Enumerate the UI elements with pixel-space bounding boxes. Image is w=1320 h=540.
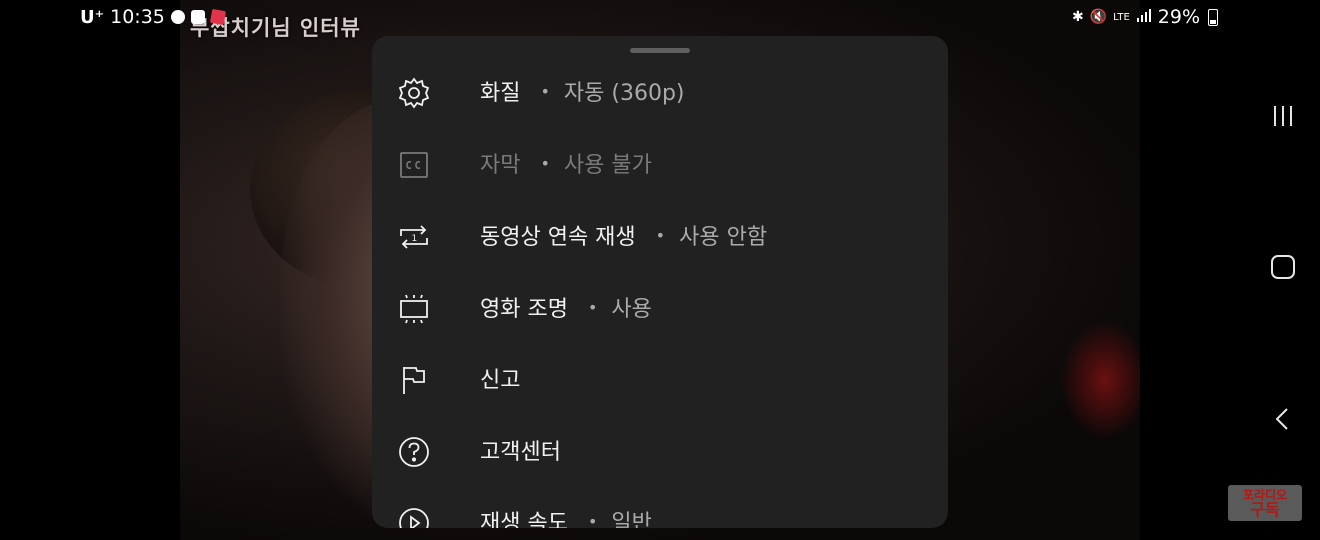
network-type-label: LTE <box>1113 11 1130 23</box>
home-button[interactable] <box>1262 246 1304 288</box>
gallery-notification-icon <box>190 10 205 24</box>
menu-item-label: 신고 <box>480 368 521 393</box>
menu-item-ambient-mode[interactable]: 영화 조명 • 사용 <box>372 277 948 337</box>
menu-item-value: 자동 (360p) <box>563 81 685 106</box>
back-button[interactable] <box>1262 398 1304 440</box>
status-bar-right: ✱ 🔇 LTE 29% <box>1072 6 1219 28</box>
menu-item-label: 자막 <box>480 153 521 178</box>
recent-apps-icon <box>1274 106 1292 126</box>
settings-sheet: 화질 • 자동 (360p) 자막 • 사용 불가 1 동영상 연속 재생 • … <box>372 36 948 528</box>
menu-item-value: 사용 불가 <box>563 153 652 178</box>
watermark-line2: 구독 <box>1250 500 1280 519</box>
status-bar-left: U⁺ 10:35 <box>80 6 226 28</box>
bluetooth-icon: ✱ <box>1072 9 1084 25</box>
menu-item-label: 재생 속도 <box>480 511 568 528</box>
menu-item-value: 사용 안함 <box>679 225 768 250</box>
autoplay-loop-icon: 1 <box>396 219 432 255</box>
menu-item-label: 영화 조명 <box>480 297 568 322</box>
menu-item-label: 고객센터 <box>480 440 561 465</box>
clock: 10:35 <box>110 6 165 28</box>
recent-apps-button[interactable] <box>1262 95 1304 137</box>
carrier-label: U⁺ <box>80 6 105 28</box>
menu-item-help[interactable]: 고객센터 <box>372 420 948 480</box>
menu-item-playback-speed[interactable]: 재생 속도 • 일반 <box>372 491 948 528</box>
menu-item-autoplay[interactable]: 1 동영상 연속 재생 • 사용 안함 <box>372 205 948 265</box>
home-icon <box>1271 255 1295 279</box>
separator-dot: • <box>540 153 550 173</box>
sheet-drag-handle[interactable] <box>630 48 690 53</box>
ambient-mode-icon <box>396 291 432 327</box>
separator-dot: • <box>655 225 666 245</box>
separator-dot: • <box>587 297 598 317</box>
svg-text:1: 1 <box>412 234 418 244</box>
separator-dot: • <box>540 81 550 101</box>
menu-item-value: 일반 <box>611 511 652 528</box>
separator-dot: • <box>587 511 598 529</box>
battery-percent: 29% <box>1157 6 1201 28</box>
mute-icon: 🔇 <box>1089 9 1108 25</box>
channel-watermark[interactable]: 포라디오 구독 <box>1228 485 1302 521</box>
flag-icon <box>396 362 432 398</box>
menu-item-value: 사용 <box>611 297 652 322</box>
battery-icon <box>1208 8 1219 26</box>
gear-icon <box>396 75 432 111</box>
menu-item-quality[interactable]: 화질 • 자동 (360p) <box>372 61 948 121</box>
signal-icon <box>1136 8 1152 26</box>
play-speed-icon <box>396 505 432 528</box>
menu-item-label: 동영상 연속 재생 <box>480 225 636 250</box>
video-frame-red-shape <box>1060 320 1140 440</box>
menu-item-label: 화질 <box>480 81 521 106</box>
menu-item-captions[interactable]: 자막 • 사용 불가 <box>372 133 948 193</box>
back-icon <box>1275 408 1288 430</box>
captions-icon <box>396 147 432 183</box>
help-icon <box>396 434 432 470</box>
talk-notification-icon <box>170 10 185 24</box>
app-notification-icon <box>209 8 226 26</box>
menu-item-report[interactable]: 신고 <box>372 348 948 408</box>
